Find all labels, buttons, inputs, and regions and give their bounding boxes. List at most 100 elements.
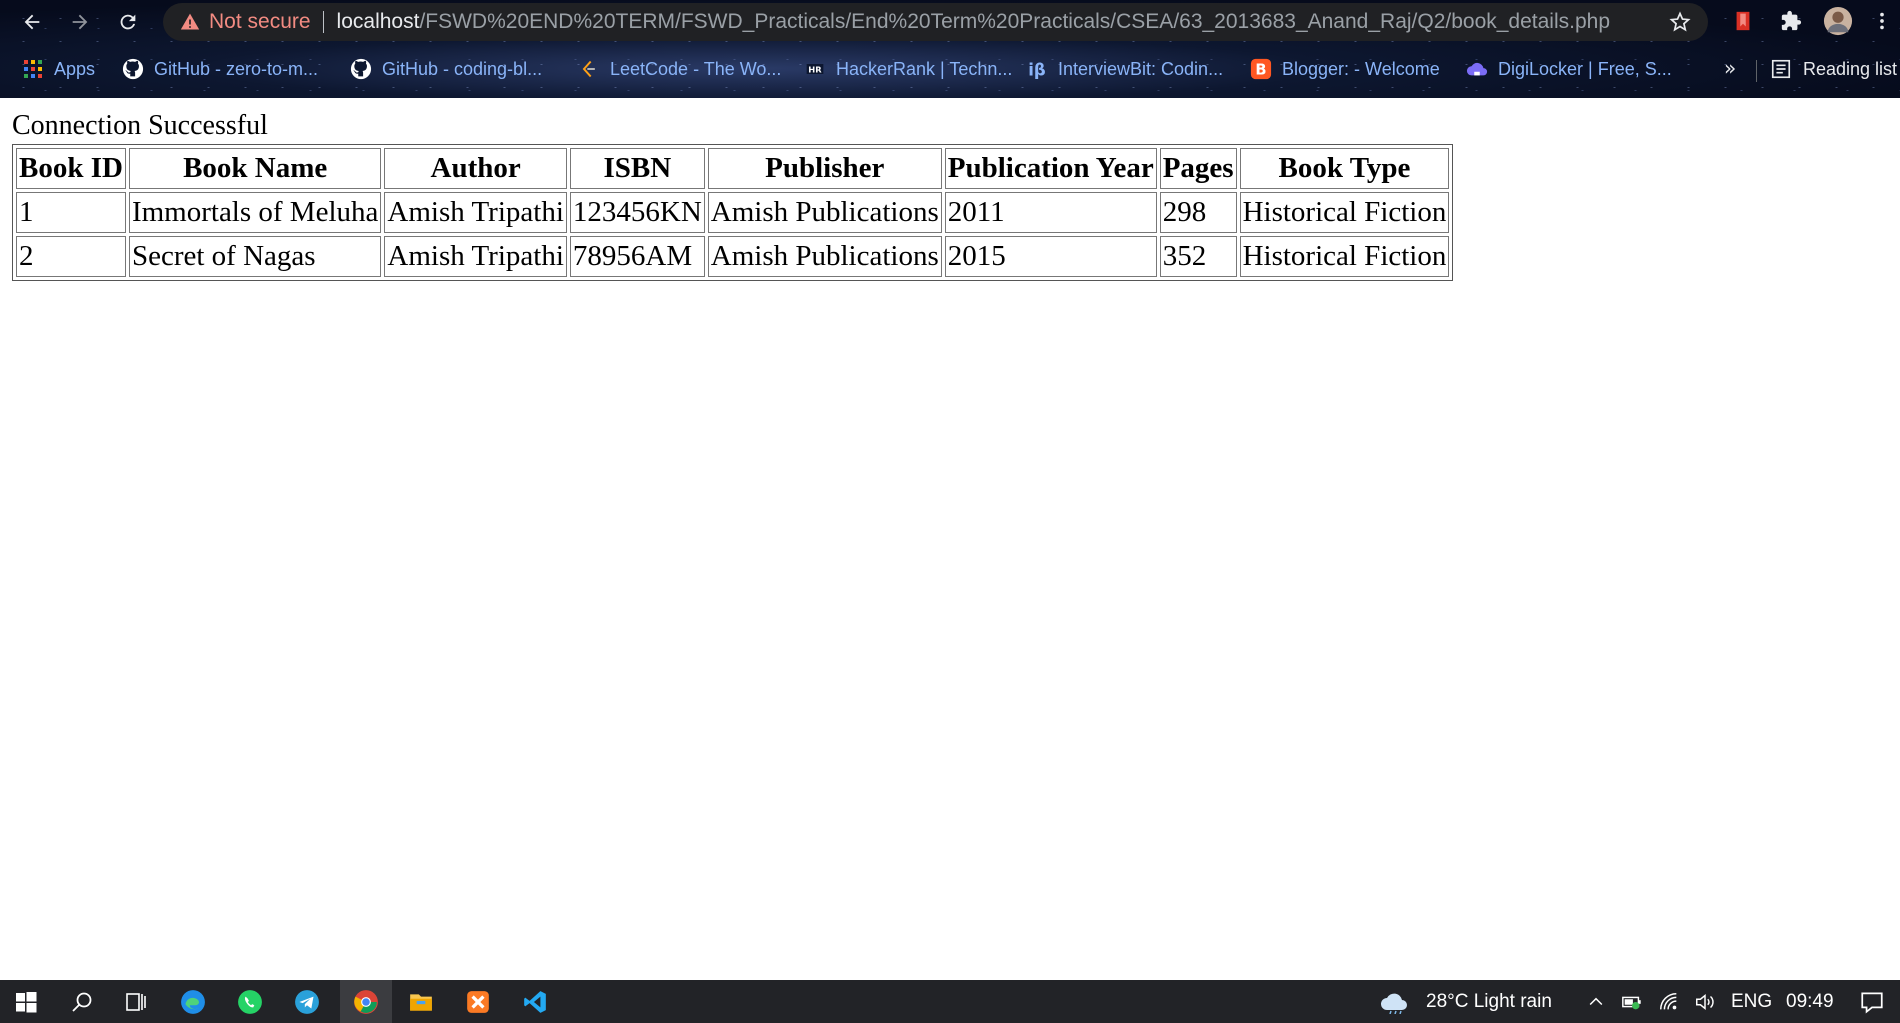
bookmark-label: DigiLocker | Free, S... — [1498, 58, 1672, 79]
table-cell: 298 — [1159, 192, 1237, 233]
column-header: Book ID — [16, 148, 126, 189]
bookmark-digilocker[interactable]: DigiLocker | Free, S... — [1466, 56, 1672, 82]
battery-icon[interactable] — [1616, 986, 1648, 1018]
github-icon — [122, 58, 144, 80]
url-path: /FSWD%20END%20TERM/FSWD_Practicals/End%2… — [419, 10, 1611, 33]
page-content: Connection Successful Book ID Book Name … — [0, 98, 1900, 980]
url-host: localhost — [336, 10, 420, 33]
table-cell: 2 — [16, 236, 126, 277]
chrome-taskbar-icon[interactable] — [340, 980, 392, 1023]
bookmark-star-icon[interactable] — [1668, 10, 1692, 34]
search-icon[interactable] — [66, 986, 98, 1018]
table-cell: Secret of Nagas — [128, 236, 382, 277]
table-cell: 2011 — [944, 192, 1157, 233]
table-cell: Immortals of Meluha — [128, 192, 382, 233]
url-text[interactable]: localhost/FSWD%20END%20TERM/FSWD_Practic… — [337, 10, 1610, 34]
bookmark-hackerrank[interactable]: HR HackerRank | Techn... — [804, 56, 1012, 82]
reload-button[interactable] — [112, 6, 144, 38]
table-cell: Amish Publications — [707, 192, 942, 233]
apps-grid-icon — [22, 58, 44, 80]
task-view-icon[interactable] — [120, 986, 152, 1018]
forward-button[interactable] — [64, 6, 96, 38]
security-status[interactable]: Not secure — [209, 10, 311, 34]
bookmark-apps[interactable]: Apps — [22, 56, 95, 82]
forward-arrow-icon — [72, 14, 88, 30]
extensions-puzzle-icon[interactable] — [1775, 5, 1807, 37]
taskbar: 28°C Light rain ENG 09:49 — [0, 980, 1900, 1023]
column-header: ISBN — [569, 148, 705, 189]
table-cell: 2015 — [944, 236, 1157, 277]
table-cell: 352 — [1159, 236, 1237, 277]
github-icon — [350, 58, 372, 80]
svg-text:B: B — [1255, 62, 1266, 79]
bookmark-label: GitHub - zero-to-m... — [154, 58, 319, 79]
interviewbit-icon: iβ — [1026, 58, 1048, 80]
chevron-up-icon[interactable] — [1580, 986, 1612, 1018]
menu-kebab-icon[interactable] — [1866, 5, 1898, 37]
xampp-icon[interactable] — [462, 986, 494, 1018]
table-cell: Amish Publications — [707, 236, 942, 277]
table-header-row: Book ID Book Name Author ISBN Publisher … — [16, 148, 1450, 189]
bookmark-label: Blogger: - Welcome — [1282, 58, 1440, 79]
svg-text:HR: HR — [808, 64, 822, 74]
digilocker-icon — [1466, 58, 1488, 80]
address-bar[interactable]: Not secure localhost/FSWD%20END%20TERM/F… — [163, 3, 1708, 41]
reload-icon — [120, 14, 136, 30]
column-header: Publisher — [707, 148, 942, 189]
bookmark-leetcode[interactable]: LeetCode - The Wo... — [578, 56, 781, 82]
back-button[interactable] — [16, 6, 48, 38]
volume-icon[interactable] — [1689, 986, 1721, 1018]
notification-center-icon[interactable] — [1856, 986, 1888, 1018]
bookmark-blogger[interactable]: B Blogger: - Welcome — [1250, 56, 1440, 82]
bookmark-interviewbit[interactable]: iβ InterviewBit: Codin... — [1026, 56, 1223, 82]
column-header: Author — [384, 148, 567, 189]
table-cell: 78956AM — [569, 236, 705, 277]
edge-browser-icon[interactable] — [177, 986, 209, 1018]
file-explorer-icon[interactable] — [405, 986, 437, 1018]
reading-list-label: Reading list — [1803, 58, 1898, 79]
column-header: Book Name — [128, 148, 382, 189]
table-cell: 123456KN — [569, 192, 705, 233]
book-details-table: Book ID Book Name Author ISBN Publisher … — [12, 144, 1454, 281]
language-indicator[interactable]: ENG — [1731, 991, 1772, 1013]
whatsapp-icon[interactable] — [234, 986, 266, 1018]
warning-triangle-icon — [179, 11, 201, 33]
table-row: 2 Secret of Nagas Amish Tripathi 78956AM… — [16, 236, 1450, 277]
blogger-icon: B — [1250, 58, 1272, 80]
profile-avatar[interactable] — [1822, 5, 1854, 37]
wifi-icon[interactable] — [1653, 986, 1685, 1018]
start-windows-icon[interactable] — [10, 986, 42, 1018]
vscode-icon[interactable] — [519, 986, 551, 1018]
bookmark-label: LeetCode - The Wo... — [610, 58, 782, 79]
back-arrow-icon — [24, 14, 40, 30]
reading-list-icon — [1771, 59, 1791, 79]
bookmarks-bar: Apps GitHub - zero-to-m... GitHub - codi… — [0, 50, 1900, 88]
connection-status-text: Connection Successful — [12, 110, 268, 141]
table-cell: 1 — [16, 192, 126, 233]
leetcode-icon — [578, 58, 600, 80]
column-header: Book Type — [1239, 148, 1450, 189]
browser-toolbar: Not secure localhost/FSWD%20END%20TERM/F… — [0, 0, 1900, 98]
bookmark-label: HackerRank | Techn... — [836, 58, 1013, 79]
weather-cloud-icon[interactable] — [1378, 986, 1412, 1018]
more-bookmarks-button[interactable]: » — [1724, 56, 1736, 80]
bookmark-label: InterviewBit: Codin... — [1058, 58, 1224, 79]
weather-text[interactable]: 28°C Light rain — [1426, 991, 1552, 1013]
omnibox-divider — [322, 11, 324, 33]
table-cell: Amish Tripathi — [384, 236, 567, 277]
telegram-icon[interactable] — [291, 986, 323, 1018]
bookmark-github-2[interactable]: GitHub - coding-bl... — [350, 56, 542, 82]
table-cell: Historical Fiction — [1239, 236, 1450, 277]
column-header: Publication Year — [944, 148, 1157, 189]
bookmark-github-1[interactable]: GitHub - zero-to-m... — [122, 56, 318, 82]
table-cell: Historical Fiction — [1239, 192, 1450, 233]
svg-text:iβ: iβ — [1028, 60, 1046, 79]
reading-list-button[interactable]: Reading list — [1770, 56, 1897, 82]
clock-time[interactable]: 09:49 — [1786, 991, 1834, 1013]
table-row: 1 Immortals of Meluha Amish Tripathi 123… — [16, 192, 1450, 233]
column-header: Pages — [1159, 148, 1237, 189]
bookmarks-divider — [1756, 60, 1757, 82]
bookmark-label: Apps — [54, 58, 96, 79]
bookmark-label: GitHub - coding-bl... — [382, 58, 543, 79]
extension-bookmark-icon[interactable] — [1727, 5, 1759, 37]
